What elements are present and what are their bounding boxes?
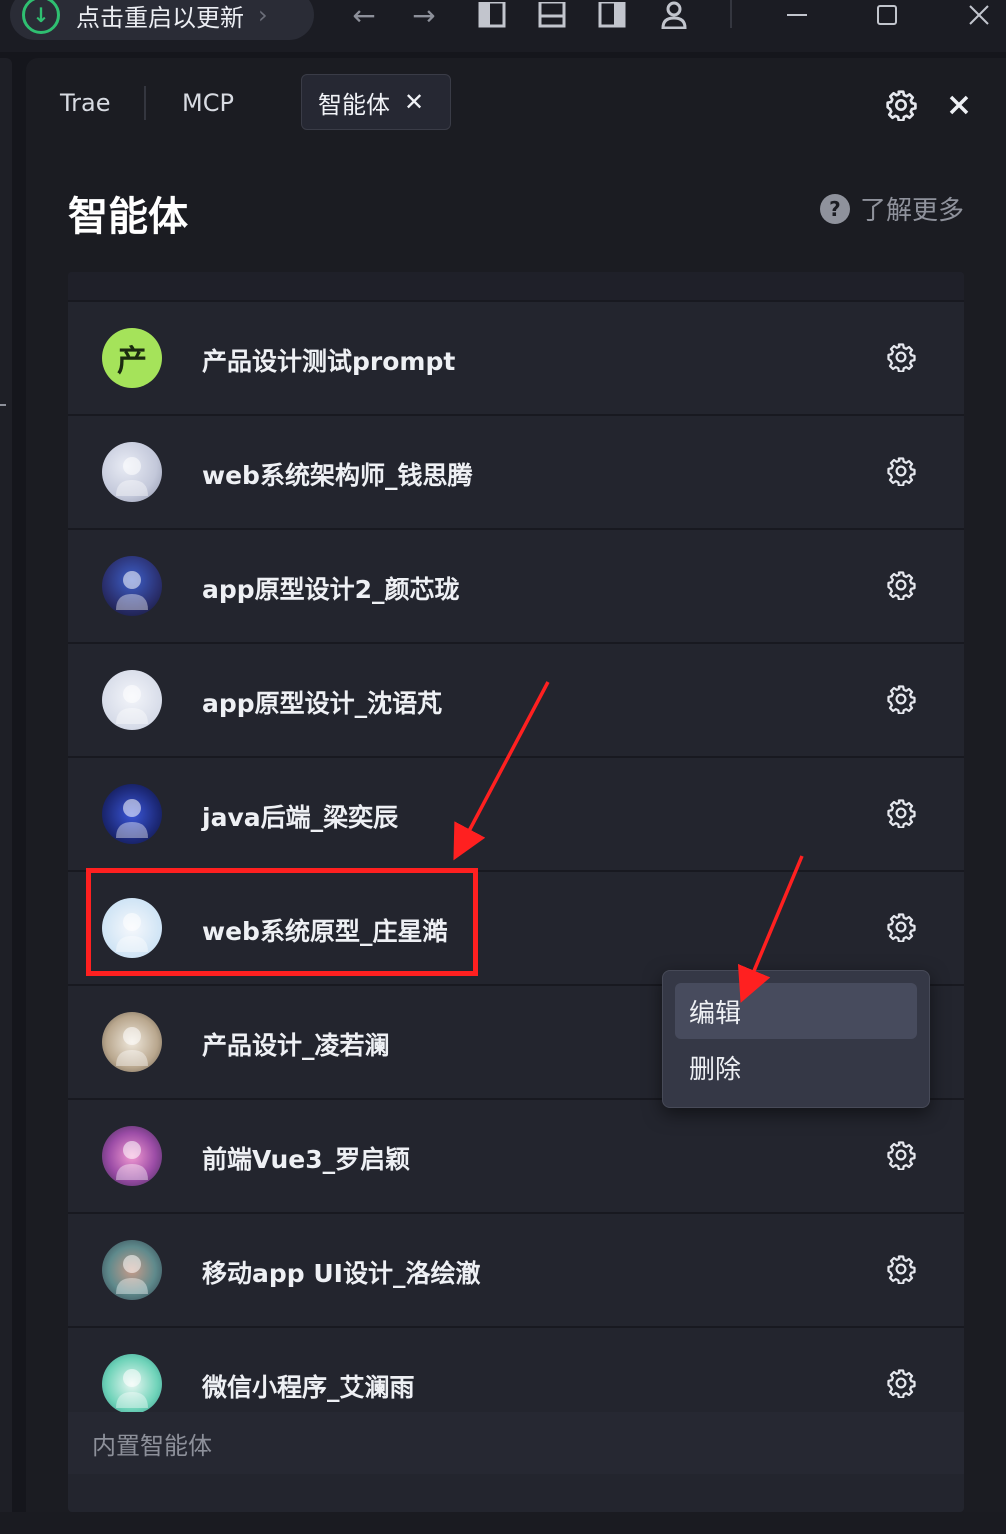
update-restart-button[interactable]: ↓ 点击重启以更新 › — [10, 0, 314, 40]
avatar — [102, 670, 162, 730]
avatar-figure — [116, 571, 148, 610]
annotation-highlight-box — [86, 868, 478, 976]
list-item[interactable]: app原型设计2_颜芯珑 — [68, 528, 964, 640]
list-item[interactable]: 前端Vue3_罗启颖 — [68, 1098, 964, 1210]
download-icon: ↓ — [22, 0, 60, 34]
menu-item-edit[interactable]: 编辑 — [675, 983, 917, 1039]
minimize-icon[interactable] — [782, 0, 812, 30]
agent-name: web系统架构师_钱思腾 — [202, 461, 473, 490]
tab-agents[interactable]: 智能体 ✕ — [301, 74, 451, 130]
tab-label: Trae — [60, 89, 111, 117]
left-sidebar-edge — [0, 58, 12, 1534]
layout-left-icon[interactable] — [476, 0, 508, 30]
avatar — [102, 1012, 162, 1072]
update-label: 点击重启以更新 — [76, 3, 244, 32]
gear-icon[interactable] — [886, 570, 916, 600]
list-item[interactable]: web系统架构师_钱思腾 — [68, 414, 964, 526]
avatar-figure — [116, 685, 148, 724]
help-icon: ? — [819, 193, 850, 224]
tab-divider — [144, 86, 146, 120]
layout-right-icon[interactable] — [596, 0, 628, 30]
tab-close-icon[interactable]: ✕ — [404, 88, 424, 116]
avatar-figure — [116, 457, 148, 496]
panel-tabs: Trae MCP 智能体 ✕ — [26, 74, 1006, 132]
tab-label: MCP — [182, 89, 234, 117]
sidebar-marker — [0, 404, 6, 406]
chevron-right-icon: › — [258, 1, 268, 29]
avatar-figure — [116, 1255, 148, 1294]
tab-trae[interactable]: Trae — [60, 74, 110, 132]
gear-icon[interactable] — [886, 912, 916, 942]
avatar — [102, 1126, 162, 1186]
title-bar: ↓ 点击重启以更新 › ← → — [0, 0, 1006, 52]
user-icon[interactable] — [658, 0, 690, 30]
gear-icon[interactable] — [886, 342, 916, 372]
avatar: 产 — [102, 328, 162, 388]
agent-name: app原型设计2_颜芯珑 — [202, 575, 460, 604]
settings-icon[interactable] — [884, 88, 918, 122]
agents-panel: Trae MCP 智能体 ✕ 智能体 ? 了解更多 产 产品设计测试prompt w… — [26, 58, 1006, 1534]
agent-name: 产品设计_凌若澜 — [202, 1031, 390, 1060]
maximize-icon[interactable] — [872, 0, 902, 30]
avatar — [102, 556, 162, 616]
agent-name: 产品设计测试prompt — [202, 347, 456, 376]
arrow-left-icon[interactable]: ← — [346, 0, 382, 32]
agent-name: app原型设计_沈语芃 — [202, 689, 443, 718]
learn-more-label: 了解更多 — [859, 196, 964, 226]
gear-icon[interactable] — [886, 1140, 916, 1170]
gear-icon[interactable] — [886, 684, 916, 714]
gear-icon[interactable] — [886, 798, 916, 828]
builtin-agents-heading: 内置智能体 — [68, 1412, 964, 1474]
layout-bottom-icon[interactable] — [536, 0, 568, 30]
avatar — [102, 784, 162, 844]
menu-item-delete[interactable]: 删除 — [675, 1039, 917, 1095]
page-title: 智能体 — [68, 194, 188, 240]
bottom-edge — [0, 1512, 1006, 1534]
gear-icon[interactable] — [886, 1368, 916, 1398]
list-item[interactable]: app原型设计_沈语芃 — [68, 642, 964, 754]
tab-label: 智能体 — [318, 90, 390, 119]
avatar — [102, 442, 162, 502]
learn-more-link[interactable]: ? 了解更多 — [819, 190, 964, 227]
agent-name: java后端_梁奕辰 — [202, 803, 399, 832]
gear-icon[interactable] — [886, 456, 916, 486]
avatar-figure — [116, 799, 148, 838]
list-item[interactable]: 产 产品设计测试prompt — [68, 300, 964, 412]
window-close-icon[interactable] — [964, 0, 994, 30]
tab-mcp[interactable]: MCP — [182, 74, 234, 132]
close-panel-icon[interactable] — [942, 88, 976, 122]
avatar — [102, 1240, 162, 1300]
agent-name: 前端Vue3_罗启颖 — [202, 1145, 411, 1174]
agent-name: 微信小程序_艾澜雨 — [202, 1373, 415, 1402]
avatar — [102, 1354, 162, 1414]
agent-context-menu: 编辑 删除 — [662, 970, 930, 1108]
list-item[interactable]: java后端_梁奕辰 — [68, 756, 964, 868]
list-item[interactable]: 移动app UI设计_洛绘澈 — [68, 1212, 964, 1324]
avatar-figure — [116, 1027, 148, 1066]
list-scroll-edge — [68, 272, 964, 300]
avatar-figure — [116, 1141, 148, 1180]
gear-icon[interactable] — [886, 1254, 916, 1284]
titlebar-divider — [730, 0, 732, 28]
avatar-figure — [116, 1369, 148, 1408]
agent-name: 移动app UI设计_洛绘澈 — [202, 1259, 481, 1288]
arrow-right-icon[interactable]: → — [406, 0, 442, 32]
